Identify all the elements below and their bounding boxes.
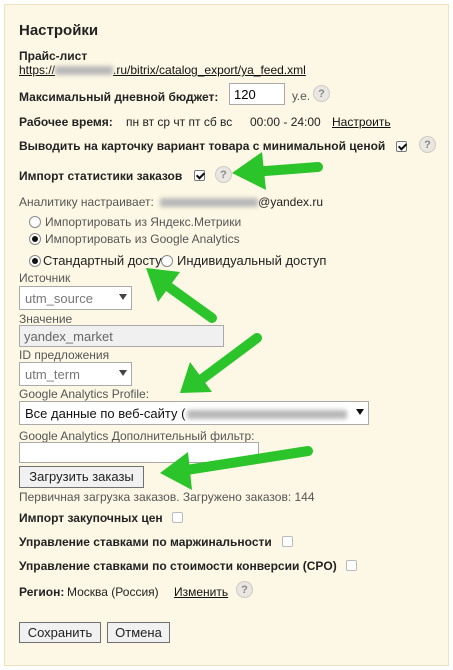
arrow-annotation [232,152,323,190]
arrow-annotation [180,333,262,393]
annotation-arrows [146,152,323,490]
arrow-annotation [146,268,217,323]
arrow-annotation [160,446,313,490]
